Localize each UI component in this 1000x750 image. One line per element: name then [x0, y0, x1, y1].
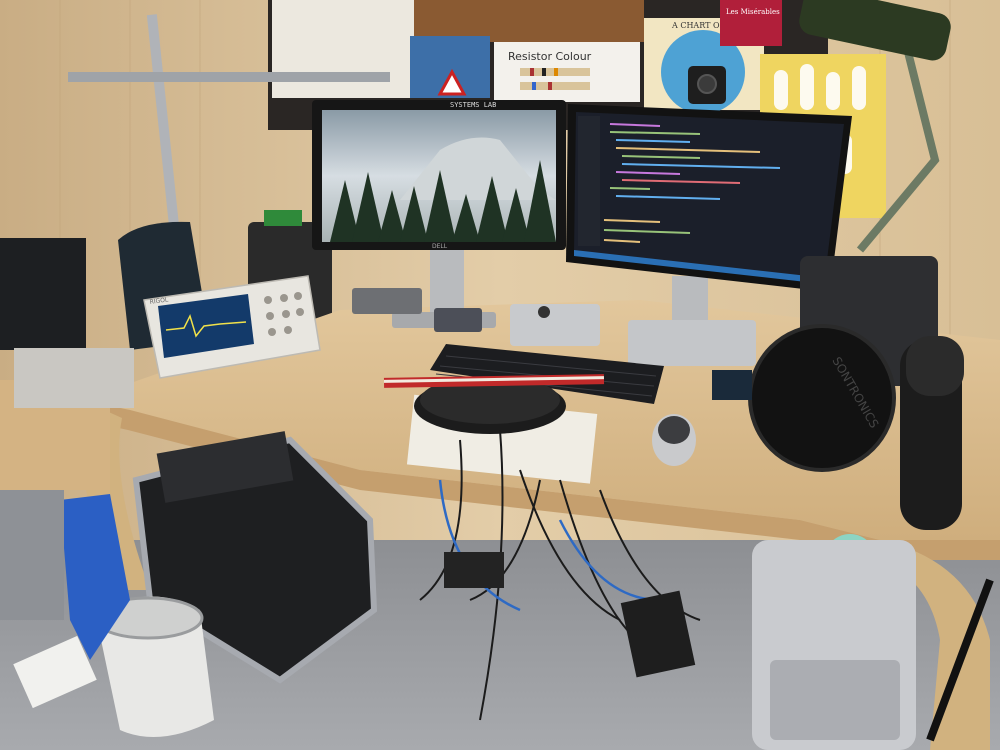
monitor-left-brand: DELL [432, 243, 448, 250]
pop-filter [748, 324, 896, 472]
audio-interface [510, 304, 600, 346]
poster-sketch [272, 0, 414, 98]
poster-resistor-title: Resistor Colour [508, 50, 592, 63]
mac-pro-grille [770, 660, 900, 740]
interface-knob [538, 306, 550, 318]
monitor-top-sticker: SYSTEMS LAB [450, 101, 496, 109]
poster-red [720, 0, 782, 46]
pi-device [434, 308, 482, 332]
lamp-bar [68, 72, 390, 82]
grey-shelf-left [0, 490, 64, 620]
poster-autumn-photo [414, 0, 644, 42]
desk-setup-photo: Resistor Colour A CHART OF THE Les Misér… [0, 0, 1000, 750]
pcb-board [264, 210, 302, 226]
grey-device [352, 288, 422, 314]
webcam-lens-icon [697, 74, 717, 94]
left-monitor-dark [0, 238, 86, 350]
poster-red-title: Les Misérables [726, 8, 780, 16]
mouse-pad [712, 370, 752, 400]
mouse-top [658, 416, 690, 444]
floor-adapter [444, 552, 504, 588]
mic-grille [906, 336, 964, 396]
sidebar-panel [578, 116, 600, 246]
left-box [14, 348, 134, 408]
monitor-right-base [628, 320, 756, 366]
